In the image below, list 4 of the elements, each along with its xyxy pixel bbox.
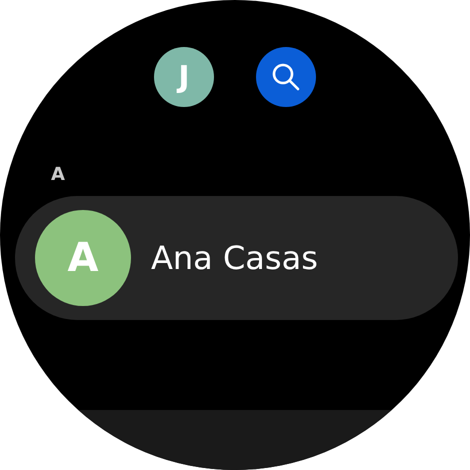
search-icon [271, 62, 301, 92]
contact-item[interactable]: A Ana Casas [15, 196, 458, 320]
contact-avatar: A [35, 210, 131, 306]
section-header: A [51, 164, 65, 186]
